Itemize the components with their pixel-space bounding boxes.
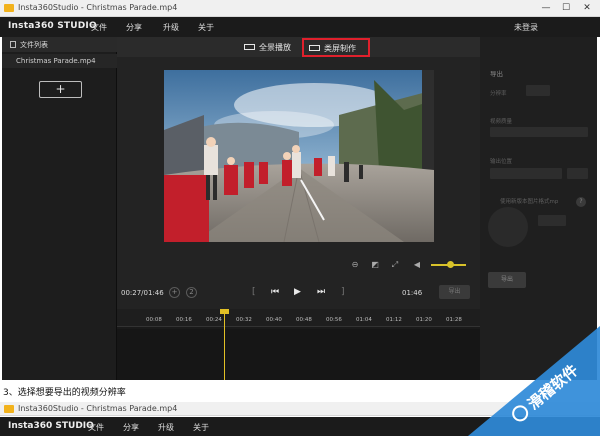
second-window-title: Insta360Studio - Christmas Parade.mp4 xyxy=(18,404,178,413)
marker-count[interactable]: 2 xyxy=(186,287,197,298)
file-list-item[interactable]: Christmas Parade.mp4 xyxy=(2,54,117,68)
resolution-label: 分辨率 xyxy=(490,91,507,97)
menu-about[interactable]: 关于 xyxy=(198,22,214,33)
second-menu-about[interactable]: 关于 xyxy=(193,422,209,433)
ruler-tick: 00:08 xyxy=(146,317,162,323)
second-menu-share[interactable]: 分享 xyxy=(123,422,139,433)
fullscreen-icon[interactable]: ⤢ xyxy=(390,260,400,270)
flat-video-button[interactable]: 类屏制作 xyxy=(302,38,370,57)
quality-select[interactable] xyxy=(490,127,588,137)
resolution-select[interactable] xyxy=(526,85,550,96)
second-app-brand: Insta360 STUDIO xyxy=(8,421,94,431)
app-folder-icon xyxy=(4,4,14,12)
ruler-tick: 01:04 xyxy=(356,317,372,323)
ruler-tick: 01:28 xyxy=(446,317,462,323)
panorama-icon xyxy=(244,43,255,50)
volume-icon[interactable]: ◀ xyxy=(412,260,422,270)
ruler-tick: 00:56 xyxy=(326,317,342,323)
file-list-title: 文件列表 xyxy=(20,41,48,49)
view-mode-icon[interactable]: ◩ xyxy=(370,260,380,270)
mark-in-icon[interactable]: [ xyxy=(252,287,256,297)
second-app-folder-icon xyxy=(4,405,14,413)
output-location-field[interactable] xyxy=(490,168,562,179)
ruler-tick: 01:20 xyxy=(416,317,432,323)
help-icon[interactable]: ? xyxy=(576,197,586,207)
site-watermark: 滑稽软件 xyxy=(468,326,600,436)
current-time: 00:27/01:46 xyxy=(121,289,164,297)
app-menubar: Insta360 STUDIO 文件 分享 升级 关于 未登录 xyxy=(0,17,600,37)
format-option-label: 使用新版本图片格式mp xyxy=(500,199,559,205)
add-file-button[interactable]: + xyxy=(39,81,82,98)
maximize-button[interactable]: ☐ xyxy=(559,2,573,14)
second-menu-upgrade[interactable]: 升级 xyxy=(158,422,174,433)
video-frame-image xyxy=(164,70,434,242)
ruler-tick: 00:40 xyxy=(266,317,282,323)
export-button[interactable]: 导出 xyxy=(488,272,526,288)
progress-dial xyxy=(488,207,528,247)
volume-slider-knob[interactable] xyxy=(447,261,455,268)
video-preview[interactable] xyxy=(164,70,434,242)
ruler-tick: 00:24 xyxy=(206,317,222,323)
watermark-logo: 滑稽软件 xyxy=(468,326,600,436)
browse-button[interactable] xyxy=(567,168,588,179)
quality-label: 视频质量 xyxy=(490,119,513,125)
format-toggle[interactable] xyxy=(538,215,566,226)
timeline-ruler: 00:08 00:16 00:24 00:32 00:40 00:48 00:5… xyxy=(117,309,480,327)
playhead-handle[interactable] xyxy=(220,309,229,314)
volume-slider[interactable] xyxy=(431,261,466,268)
main-editor: 全景播放 类屏制作 ⊖ ◩ ⤢ ◀ 00:27/01:46 + 2 [⏮ ▶ … xyxy=(117,37,480,380)
file-list-header: 文件列表 xyxy=(2,37,117,52)
transport-bar: 00:27/01:46 + 2 [ ⏮ ▶ ⏭ ] 01:46 导出 xyxy=(117,281,480,306)
mark-out-icon[interactable]: ] xyxy=(341,287,345,297)
ruler-tick: 00:16 xyxy=(176,317,192,323)
mode-bar: 全景播放 类屏制作 xyxy=(117,37,480,57)
clip-export-button[interactable]: 导出 xyxy=(439,285,470,299)
app-brand: Insta360 STUDIO xyxy=(8,21,97,31)
second-menu-file[interactable]: 文件 xyxy=(88,422,104,433)
panorama-play-button[interactable]: 全景播放 xyxy=(244,42,291,59)
add-marker-button[interactable]: + xyxy=(169,287,180,298)
minimize-button[interactable]: — xyxy=(539,2,553,14)
file-name: Christmas Parade.mp4 xyxy=(16,57,96,65)
output-location-label: 输出位置 xyxy=(490,159,513,165)
menu-share[interactable]: 分享 xyxy=(126,22,142,33)
playhead-line[interactable] xyxy=(224,309,225,380)
timeline-track[interactable] xyxy=(117,329,480,380)
file-sidebar: 文件列表 Christmas Parade.mp4 + xyxy=(2,37,117,380)
timeline[interactable]: 00:08 00:16 00:24 00:32 00:40 00:48 00:5… xyxy=(117,309,480,380)
close-button[interactable]: ✕ xyxy=(580,2,594,14)
next-frame-button[interactable]: ⏭ xyxy=(317,287,325,297)
ruler-tick: 00:48 xyxy=(296,317,312,323)
end-time: 01:46 xyxy=(402,289,423,297)
screenshot-frame: Insta360Studio - Christmas Parade.mp4 — … xyxy=(0,0,600,436)
menu-upgrade[interactable]: 升级 xyxy=(163,22,179,33)
ruler-tick: 00:32 xyxy=(236,317,252,323)
reset-view-icon[interactable]: ⊖ xyxy=(350,260,360,270)
play-button[interactable]: ▶ xyxy=(294,287,301,297)
ruler-tick: 01:12 xyxy=(386,317,402,323)
window-title: Insta360Studio - Christmas Parade.mp4 xyxy=(18,3,178,12)
flat-video-icon xyxy=(309,44,320,51)
menu-file[interactable]: 文件 xyxy=(91,22,107,33)
flat-video-label: 类屏制作 xyxy=(324,44,356,53)
panorama-play-label: 全景播放 xyxy=(259,43,291,52)
previous-frame-button[interactable]: ⏮ xyxy=(271,287,279,297)
article-caption: 3、选择想要导出的视频分辨率 xyxy=(3,388,126,398)
export-panel-title: 导出 xyxy=(490,70,503,78)
file-list-icon xyxy=(10,41,16,48)
login-status[interactable]: 未登录 xyxy=(514,22,538,33)
window-titlebar: Insta360Studio - Christmas Parade.mp4 — … xyxy=(0,0,600,17)
